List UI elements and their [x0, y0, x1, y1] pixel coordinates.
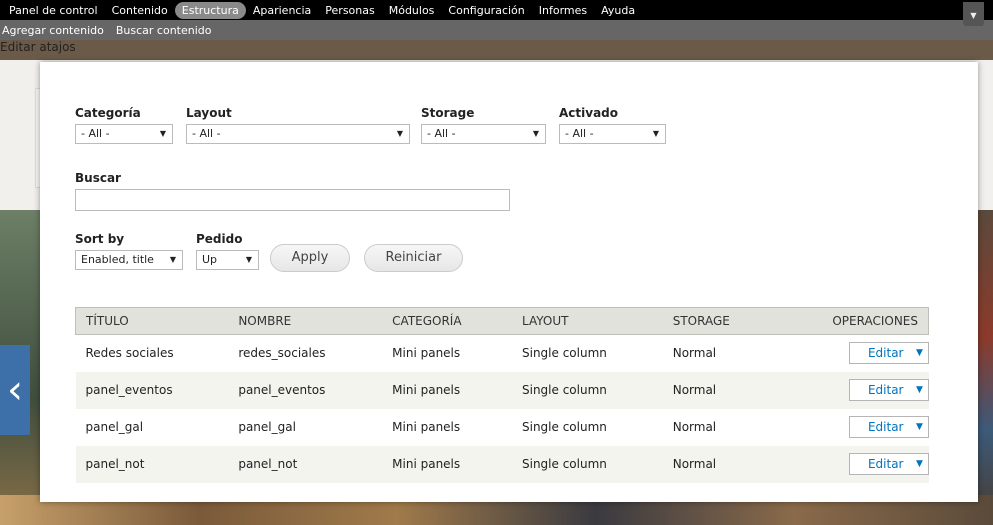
edit-button[interactable]: Editar	[850, 383, 912, 397]
chevron-down-icon[interactable]: ▼	[912, 343, 928, 363]
reset-button[interactable]: Reiniciar	[364, 244, 463, 272]
admin-toolbar: Panel de control Contenido Estructura Ap…	[0, 0, 993, 54]
column-header-categoria[interactable]: CATEGORÍA	[382, 307, 512, 335]
menu-item-modulos[interactable]: Módulos	[382, 2, 442, 19]
cell-layout: Single column	[512, 334, 663, 372]
cell-titulo: panel_gal	[75, 408, 229, 446]
cell-categoria: Mini panels	[382, 334, 512, 372]
cell-operaciones: Editar ▼	[764, 334, 929, 372]
operations-dropbutton: Editar ▼	[848, 342, 929, 365]
column-header-titulo[interactable]: TÍTULO	[75, 307, 229, 335]
menu-item-contenido[interactable]: Contenido	[105, 2, 175, 19]
cell-layout: Single column	[512, 408, 663, 446]
operations-dropbutton: Editar ▼	[848, 379, 929, 401]
chevron-down-icon[interactable]: ▼	[912, 380, 928, 400]
menu-item-apariencia[interactable]: Apariencia	[246, 2, 318, 19]
sort-by-select[interactable]: Enabled, title ▼	[75, 250, 183, 270]
overlay-content: Categoría - All - ▼ Layout - All - ▼ Sto…	[40, 62, 978, 502]
chevron-down-icon[interactable]: ▼	[912, 417, 928, 437]
layout-select[interactable]: - All - ▼	[186, 124, 410, 144]
cell-storage: Normal	[662, 371, 765, 409]
storage-select-value: - All -	[427, 127, 456, 140]
cell-storage: Normal	[662, 445, 765, 483]
column-header-storage[interactable]: STORAGE	[662, 307, 765, 335]
activado-select-value: - All -	[565, 127, 594, 140]
edit-shortcuts-link[interactable]: Editar atajos	[0, 40, 76, 54]
activado-label: Activado	[559, 106, 619, 120]
activado-select[interactable]: - All - ▼	[559, 124, 666, 144]
cell-categoria: Mini panels	[382, 371, 512, 409]
table-header-row: TÍTULO NOMBRE CATEGORÍA LAYOUT STORAGE O…	[75, 307, 929, 335]
pedido-select-value: Up	[202, 253, 218, 266]
edit-button[interactable]: Editar	[850, 346, 912, 360]
cell-storage: Normal	[662, 334, 765, 372]
cell-titulo: Redes sociales	[75, 334, 229, 372]
toolbar-toggle-icon[interactable]: ▼	[963, 2, 984, 26]
menu-item-informes[interactable]: Informes	[532, 2, 594, 19]
layout-label: Layout	[186, 106, 232, 120]
carousel-prev-icon[interactable]: ‹	[0, 345, 30, 435]
cell-nombre: panel_not	[228, 445, 383, 483]
storage-label: Storage	[421, 106, 475, 120]
chevron-down-icon: ▼	[652, 129, 659, 138]
menu-item-configuracion[interactable]: Configuración	[441, 2, 531, 19]
edit-button[interactable]: Editar	[850, 457, 912, 471]
apply-button[interactable]: Apply	[270, 244, 350, 272]
menu-item-panel-de-control[interactable]: Panel de control	[2, 2, 105, 19]
layout-select-value: - All -	[192, 127, 221, 140]
chevron-down-icon: ▼	[532, 129, 539, 138]
edit-button[interactable]: Editar	[850, 420, 912, 434]
table-row: Redes sociales redes_sociales Mini panel…	[75, 334, 929, 372]
cell-nombre: panel_gal	[228, 408, 383, 446]
menu-item-ayuda[interactable]: Ayuda	[594, 2, 642, 19]
categoria-select[interactable]: - All - ▼	[75, 124, 173, 144]
table-row: panel_not panel_not Mini panels Single c…	[75, 445, 929, 483]
chevron-down-icon: ▼	[396, 129, 403, 138]
mini-panels-table: TÍTULO NOMBRE CATEGORÍA LAYOUT STORAGE O…	[75, 307, 929, 483]
cell-layout: Single column	[512, 445, 663, 483]
column-header-nombre[interactable]: NOMBRE	[228, 307, 383, 335]
cell-nombre: panel_eventos	[228, 371, 383, 409]
pedido-label: Pedido	[196, 232, 243, 246]
chevron-down-icon: ▼	[245, 255, 252, 264]
cell-nombre: redes_sociales	[228, 334, 383, 372]
chevron-down-icon: ▼	[159, 129, 166, 138]
sort-by-select-value: Enabled, title	[81, 253, 154, 266]
sort-by-label: Sort by	[75, 232, 125, 246]
shortcut-agregar-contenido[interactable]: Agregar contenido	[2, 24, 110, 37]
shortcuts-bar: Agregar contenido Buscar contenido	[0, 20, 993, 40]
cell-operaciones: Editar ▼	[764, 371, 929, 409]
cell-categoria: Mini panels	[382, 408, 512, 446]
operations-dropbutton: Editar ▼	[848, 416, 929, 438]
column-header-layout[interactable]: LAYOUT	[512, 307, 663, 335]
cell-titulo: panel_eventos	[75, 371, 229, 409]
storage-select[interactable]: - All - ▼	[421, 124, 546, 144]
chevron-down-icon[interactable]: ▼	[912, 454, 928, 474]
cell-layout: Single column	[512, 371, 663, 409]
cell-operaciones: Editar ▼	[764, 408, 929, 446]
column-header-operaciones: OPERACIONES	[764, 307, 929, 335]
buscar-label: Buscar	[75, 171, 121, 185]
cell-titulo: panel_not	[75, 445, 229, 483]
menu-item-personas[interactable]: Personas	[318, 2, 381, 19]
toolbar-menu: Panel de control Contenido Estructura Ap…	[0, 0, 993, 20]
cell-categoria: Mini panels	[382, 445, 512, 483]
cell-storage: Normal	[662, 408, 765, 446]
categoria-label: Categoría	[75, 106, 141, 120]
table-row: panel_eventos panel_eventos Mini panels …	[75, 371, 929, 409]
cell-operaciones: Editar ▼	[764, 445, 929, 483]
menu-item-estructura[interactable]: Estructura	[174, 1, 246, 19]
pedido-select[interactable]: Up ▼	[196, 250, 259, 270]
chevron-down-icon: ▼	[169, 255, 176, 264]
buscar-input[interactable]	[75, 189, 510, 211]
operations-dropbutton: Editar ▼	[848, 453, 929, 475]
table-row: panel_gal panel_gal Mini panels Single c…	[75, 408, 929, 446]
shortcut-buscar-contenido[interactable]: Buscar contenido	[110, 24, 218, 37]
categoria-select-value: - All -	[81, 127, 110, 140]
